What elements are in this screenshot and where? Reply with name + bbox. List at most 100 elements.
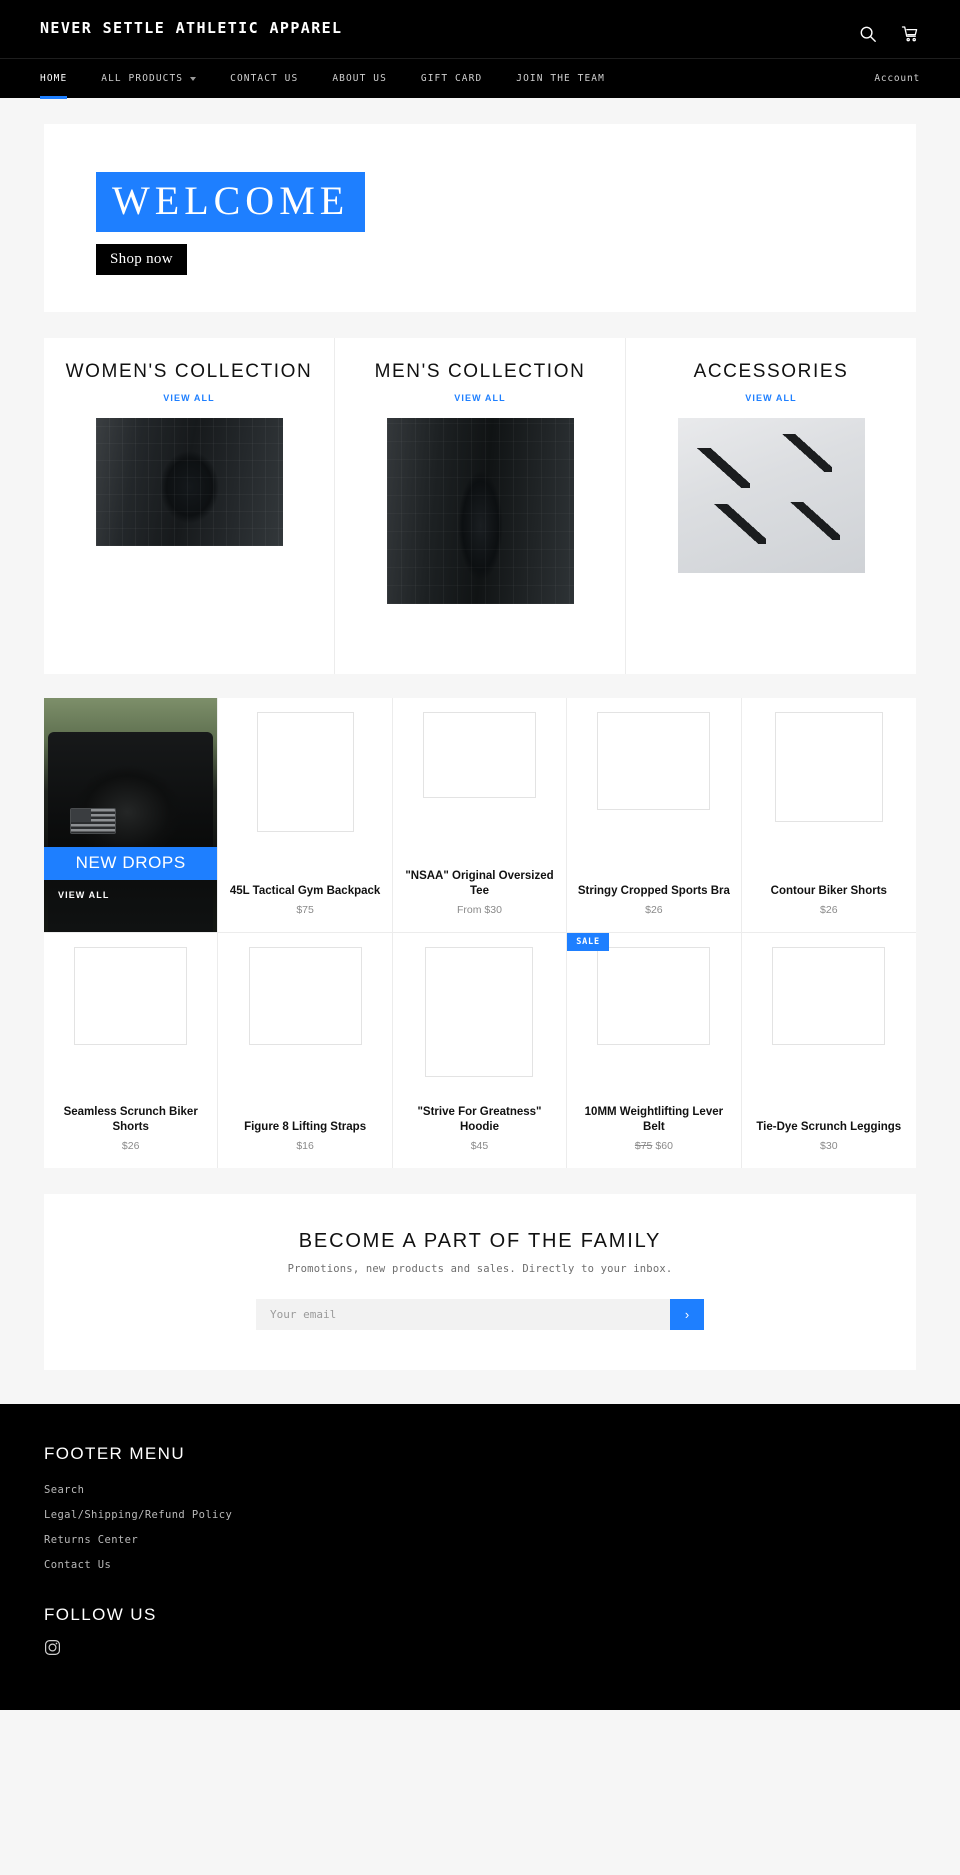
product-card[interactable]: Figure 8 Lifting Straps $16 [218,933,393,1168]
product-meta: Stringy Cropped Sports Bra $26 [577,872,730,916]
main-navigation: HOME ALL PRODUCTS CONTACT US ABOUT US GI… [0,58,960,99]
product-image [772,947,886,1045]
product-title: 10MM Weightlifting Lever Belt [584,1105,724,1134]
product-card[interactable]: Contour Biker Shorts $26 [741,698,916,933]
footer-menu-links: Search Legal/Shipping/Refund Policy Retu… [44,1480,916,1573]
collection-title: ACCESSORIES [693,361,849,382]
nav-item-gift-card[interactable]: GIFT CARD [421,59,500,98]
shop-now-button[interactable]: Shop now [96,244,187,275]
cart-icon[interactable] [900,24,920,44]
nav-item-label: ABOUT US [332,73,387,84]
product-price: $30 [820,1140,838,1152]
product-meta: Tie-Dye Scrunch Leggings $30 [752,1108,906,1152]
product-meta: 10MM Weightlifting Lever Belt $75 $60 [577,1093,730,1152]
footer-follow-heading: FOLLOW US [44,1605,157,1624]
product-title: "NSAA" Original Oversized Tee [405,869,554,898]
collection-image-womens [95,417,283,546]
hero-banner: WELCOME Shop now [44,124,916,312]
product-meta: "Strive For Greatness" Hoodie $45 [403,1093,556,1152]
product-meta: 45L Tactical Gym Backpack $75 [228,872,381,916]
list-item: Returns Center [44,1530,916,1548]
instagram-icon[interactable] [44,1639,61,1656]
nav-item-all-products[interactable]: ALL PRODUCTS [101,59,214,98]
social-links [44,1639,916,1656]
collection-title: MEN'S COLLECTION [374,361,586,382]
list-item: Contact Us [44,1555,916,1573]
collection-view-all-link[interactable]: VIEW ALL [163,393,214,403]
product-image [74,947,188,1045]
product-image [422,712,536,798]
promo-view-all-link[interactable]: VIEW ALL [58,890,109,900]
header-tools [858,18,920,44]
backpack-image [48,732,214,932]
product-card[interactable]: "NSAA" Original Oversized Tee From $30 [392,698,568,933]
product-title: Stringy Cropped Sports Bra [577,885,730,898]
hero-title: WELCOME [96,172,366,232]
site-header: NEVER SETTLE ATHLETIC APPAREL [0,0,960,58]
status-badge-sale: SALE [567,933,609,951]
nav-item-label: JOIN THE TEAM [516,73,605,84]
nav-item-home[interactable]: HOME [40,59,85,99]
hero-content: WELCOME Shop now [96,172,366,275]
product-price: $75 [296,904,314,916]
product-card[interactable]: 45L Tactical Gym Backpack $75 [218,698,393,933]
email-field[interactable] [256,1299,670,1330]
collections-section: WOMEN'S COLLECTION VIEW ALL MEN'S COLLEC… [44,338,916,674]
nav-items: HOME ALL PRODUCTS CONTACT US ABOUT US GI… [40,59,623,99]
nav-item-about-us[interactable]: ABOUT US [332,59,405,98]
product-title: Seamless Scrunch Biker Shorts [63,1105,198,1134]
site-footer: FOOTER MENU Search Legal/Shipping/Refund… [0,1404,960,1710]
hero-section: WELCOME Shop now [0,98,960,312]
account-link[interactable]: Account [874,59,920,98]
footer-link-legal-shipping-refund-policy[interactable]: Legal/Shipping/Refund Policy [44,1509,232,1521]
product-image [248,947,362,1045]
footer-follow-section: FOLLOW US [44,1605,916,1656]
product-card[interactable]: Stringy Cropped Sports Bra $26 [567,698,742,933]
product-card[interactable]: Tie-Dye Scrunch Leggings $30 [742,933,916,1168]
product-card[interactable]: Seamless Scrunch Biker Shorts $26 [44,933,219,1168]
promo-tile-new-drops[interactable]: NEW DROPS VIEW ALL [44,698,219,933]
nav-item-join-the-team[interactable]: JOIN THE TEAM [516,59,623,98]
flag-patch-icon [70,808,116,834]
product-card[interactable]: "Strive For Greatness" Hoodie $45 [393,933,568,1168]
product-meta: Figure 8 Lifting Straps $16 [228,1108,381,1152]
chevron-down-icon [190,76,197,81]
collection-card-mens[interactable]: MEN'S COLLECTION VIEW ALL [334,338,625,674]
list-item: Search [44,1480,916,1498]
product-meta: "NSAA" Original Oversized Tee From $30 [403,857,556,916]
footer-link-returns-center[interactable]: Returns Center [44,1534,138,1546]
product-title: "Strive For Greatness" Hoodie [417,1105,542,1134]
nav-item-contact-us[interactable]: CONTACT US [230,59,316,98]
collection-card-accessories[interactable]: ACCESSORIES VIEW ALL [625,338,916,674]
product-price-sale: $60 [655,1140,673,1152]
product-meta: Seamless Scrunch Biker Shorts $26 [54,1093,207,1152]
product-meta: Contour Biker Shorts $26 [752,872,906,916]
product-title: 45L Tactical Gym Backpack [229,885,381,898]
newsletter-subtitle: Promotions, new products and sales. Dire… [287,1263,673,1275]
collection-view-all-link[interactable]: VIEW ALL [454,393,505,403]
newsletter-submit-button[interactable]: › [670,1299,704,1330]
product-title: Contour Biker Shorts [770,885,887,898]
nav-item-label: ALL PRODUCTS [101,73,184,84]
list-item: Legal/Shipping/Refund Policy [44,1505,916,1523]
product-price: $75 $60 [577,1140,730,1152]
product-card[interactable]: SALE 10MM Weightlifting Lever Belt $75 $6… [567,933,742,1168]
nav-item-label: HOME [40,73,68,84]
newsletter-section: BECOME A PART OF THE FAMILY Promotions, … [44,1194,916,1370]
product-title: Tie-Dye Scrunch Leggings [756,1121,902,1134]
newsletter-title: BECOME A PART OF THE FAMILY [298,1230,662,1252]
newsletter-form: › [256,1299,704,1330]
collection-card-womens[interactable]: WOMEN'S COLLECTION VIEW ALL [44,338,334,674]
search-icon[interactable] [858,24,878,44]
footer-link-search[interactable]: Search [44,1484,84,1496]
product-title: Figure 8 Lifting Straps [244,1121,367,1134]
footer-link-contact-us[interactable]: Contact Us [44,1559,111,1571]
product-price: From $30 [457,904,502,916]
brand-logo[interactable]: NEVER SETTLE ATHLETIC APPAREL [40,18,343,40]
product-price: $45 [470,1140,489,1152]
collection-title: WOMEN'S COLLECTION [65,361,313,382]
product-price-original: $75 [634,1140,653,1152]
footer-menu-heading: FOOTER MENU [44,1444,186,1463]
product-image [425,947,534,1077]
collection-view-all-link[interactable]: VIEW ALL [745,393,796,403]
